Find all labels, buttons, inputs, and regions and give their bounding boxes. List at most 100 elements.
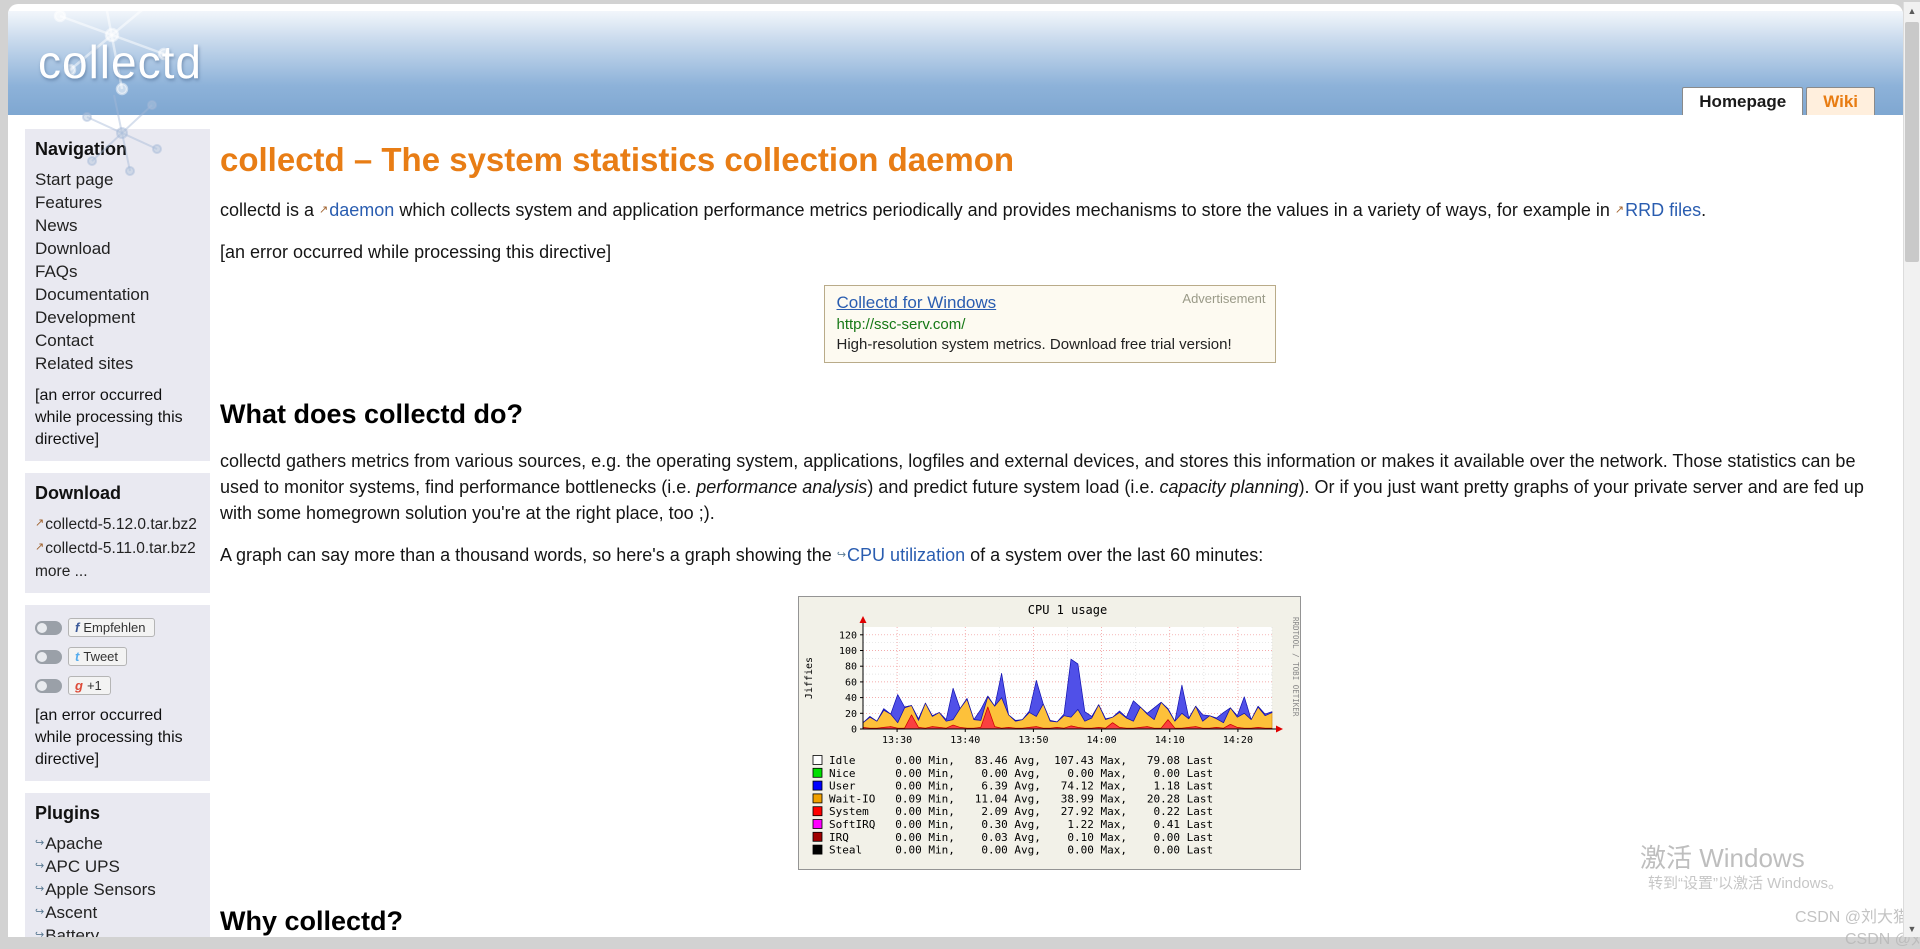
sidebar-nav-link-label: Features <box>35 193 103 212</box>
svg-text:14:00: 14:00 <box>1087 735 1117 746</box>
privacy-toggle[interactable] <box>35 649 62 664</box>
scroll-down-button[interactable]: ▼ <box>1904 920 1920 937</box>
sidebar-social-section: f Empfehlen t Tweet g +1 [an error occur… <box>25 605 210 781</box>
share-icon: t <box>75 649 80 664</box>
wiki-link-icon: ↪ <box>836 549 847 561</box>
sidebar-nav-link-label: Related sites <box>35 354 134 373</box>
plugin-link-label: Apache <box>45 834 103 853</box>
sidebar-navigation-section: Navigation Start page Features News Downloa… <box>25 129 210 461</box>
sidebar-nav-link-label: FAQs <box>35 262 78 281</box>
sidebar-nav-link[interactable]: FAQs <box>35 260 200 283</box>
navigation-list: Start page Features News Download FAQs Docume… <box>35 168 200 375</box>
download-link[interactable]: ↗collectd-5.11.0.tar.bz2 <box>35 536 200 560</box>
plugins-title: Plugins <box>35 803 101 823</box>
sidebar-nav-link[interactable]: Documentation <box>35 283 200 306</box>
svg-text:System 0.00 Min, 2.09 Av: System 0.00 Min, 2.09 Avg, 27.92 Max, 0.… <box>829 805 1213 818</box>
sidebar-nav-link[interactable]: Start page <box>35 168 200 191</box>
share-button[interactable]: g +1 <box>68 676 111 695</box>
svg-text:0: 0 <box>851 725 857 736</box>
sidebar-nav-link[interactable]: Contact <box>35 329 200 352</box>
sidebar: Navigation Start page Features News Downloa… <box>25 129 210 937</box>
external-link-icon: ↗ <box>35 517 45 529</box>
svg-text:SoftIRQ 0.00 Min, 0.30 Av: SoftIRQ 0.00 Min, 0.30 Avg, 1.22 Max, 0.… <box>829 818 1213 831</box>
wiki-link-icon: ↪ <box>35 929 45 937</box>
toggle-knob-icon <box>37 651 47 662</box>
plugin-link-label: Apple Sensors <box>45 880 156 899</box>
rrd-files-link[interactable]: RRD files <box>1625 200 1701 220</box>
privacy-toggle[interactable] <box>35 620 62 635</box>
vertical-scrollbar[interactable]: ▲ ▼ <box>1903 2 1920 937</box>
ad-title-link[interactable]: Collectd for Windows <box>837 293 997 313</box>
sidebar-nav-link-label: News <box>35 216 78 235</box>
cpu-utilization-link[interactable]: CPU utilization <box>847 545 965 565</box>
sidebar-nav-link[interactable]: News <box>35 214 200 237</box>
sidebar-nav-link[interactable]: Features <box>35 191 200 214</box>
social-row: t Tweet <box>35 647 200 666</box>
site-logo[interactable]: collectd <box>38 35 202 89</box>
tab-homepage[interactable]: Homepage <box>1682 87 1804 115</box>
toggle-knob-icon <box>37 622 47 633</box>
share-button-label: Tweet <box>83 649 119 664</box>
ad-description: High-resolution system metrics. Download… <box>836 336 1232 353</box>
svg-text:CPU 1 usage: CPU 1 usage <box>1028 603 1107 617</box>
tab-wiki[interactable]: Wiki <box>1806 87 1875 115</box>
header-tabs: Homepage Wiki <box>1682 87 1875 115</box>
wiki-link-icon: ↪ <box>35 883 45 895</box>
sidebar-nav-link[interactable]: Related sites <box>35 352 200 375</box>
what-text: ) and predict future system load (i.e. <box>867 477 1160 497</box>
sidebar-nav-link[interactable]: Download <box>35 237 200 260</box>
svg-text:RRDTOOL / TOBI OETIKER: RRDTOOL / TOBI OETIKER <box>1291 617 1300 717</box>
scroll-up-button[interactable]: ▲ <box>1904 2 1920 19</box>
share-button[interactable]: f Empfehlen <box>68 618 155 637</box>
wiki-link-icon: ↪ <box>35 837 45 849</box>
graph-intro-text: of a system over the last 60 minutes: <box>965 545 1264 565</box>
svg-text:13:50: 13:50 <box>1018 735 1048 746</box>
svg-text:User 0.00 Min, 6.39 Av: User 0.00 Min, 6.39 Avg, 74.12 Max, 1.18… <box>829 780 1213 793</box>
sidebar-nav-link-label: Contact <box>35 331 94 350</box>
daemon-link[interactable]: daemon <box>329 200 394 220</box>
intro-paragraph: collectd is a ↗daemon which collects sys… <box>220 197 1879 223</box>
privacy-toggle[interactable] <box>35 678 62 693</box>
svg-text:Jiffies: Jiffies <box>804 657 815 699</box>
svg-text:Nice 0.00 Min, 0.00 Av: Nice 0.00 Min, 0.00 Avg, 0.00 Max, 0.00 … <box>829 767 1213 780</box>
main-content: collectd – The system statistics collect… <box>220 119 1879 937</box>
wiki-link-icon: ↪ <box>35 860 45 872</box>
svg-text:40: 40 <box>845 693 857 704</box>
toggle-knob-icon <box>37 680 47 691</box>
external-link-icon: ↗ <box>1614 204 1625 216</box>
download-link[interactable]: ↗collectd-5.12.0.tar.bz2 <box>35 512 200 536</box>
svg-text:13:30: 13:30 <box>882 735 912 746</box>
graph-container: 0 20 40 60 80 100 120 13:30 13:40 13:50 14:00 14:10… <box>220 596 1879 870</box>
plugin-link[interactable]: ↪Ascent <box>35 901 200 924</box>
sidebar-nav-link[interactable]: Development <box>35 306 200 329</box>
performance-analysis-em: performance analysis <box>696 477 868 497</box>
share-icon: g <box>75 678 83 693</box>
download-link-label: more ... <box>35 563 88 580</box>
plugins-list: ↪Apache ↪APC UPS ↪Apple Sensors ↪Ascent ↪Bat… <box>35 832 200 937</box>
svg-text:14:20: 14:20 <box>1223 735 1253 746</box>
ssi-error-text: [an error occurred while processing this… <box>35 387 183 448</box>
plugin-link[interactable]: ↪APC UPS <box>35 855 200 878</box>
social-row: g +1 <box>35 676 200 695</box>
ssi-error-text: [an error occurred while processing this… <box>35 707 183 768</box>
plugin-link-label: APC UPS <box>45 857 120 876</box>
plugin-link[interactable]: ↪Apache <box>35 832 200 855</box>
scrollbar-thumb[interactable] <box>1905 22 1919 262</box>
share-button-label: +1 <box>86 678 102 693</box>
what-heading: What does collectd do? <box>220 399 524 429</box>
navigation-title: Navigation <box>35 139 128 159</box>
download-link-label: collectd-5.12.0.tar.bz2 <box>45 516 197 533</box>
share-button[interactable]: t Tweet <box>68 647 128 666</box>
advertisement-box: Advertisement Collectd for Windows http:… <box>823 285 1276 363</box>
ad-url[interactable]: http://ssc-serv.com/ <box>837 316 1263 333</box>
plugin-link[interactable]: ↪Apple Sensors <box>35 878 200 901</box>
intro-text: . <box>1701 200 1707 220</box>
advertisement-label: Advertisement <box>1182 291 1266 306</box>
page-body: Navigation Start page Features News Downloa… <box>8 115 1903 937</box>
plugin-link[interactable]: ↪Battery <box>35 924 200 937</box>
plugin-link-label: Battery <box>45 926 100 937</box>
share-icon: f <box>75 620 80 635</box>
download-link[interactable]: more ... <box>35 560 200 583</box>
sidebar-nav-link-label: Development <box>35 308 136 327</box>
why-heading: Why collectd? <box>220 906 404 936</box>
